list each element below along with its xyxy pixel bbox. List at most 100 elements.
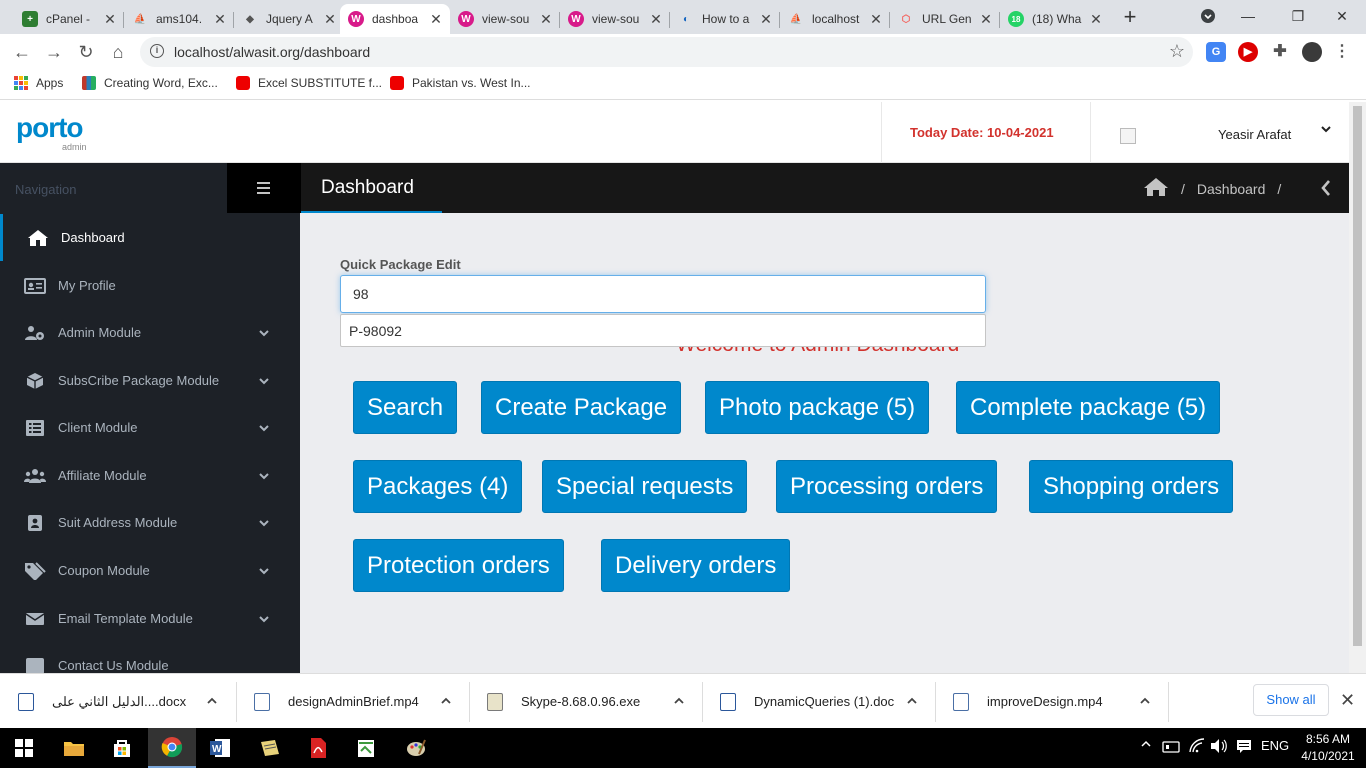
close-tab-icon[interactable]: ✕: [540, 11, 552, 28]
photo-package-button[interactable]: Photo package (5): [705, 381, 930, 434]
chevron-up-icon[interactable]: [673, 695, 685, 707]
close-tab-icon[interactable]: ✕: [104, 11, 116, 28]
file-explorer-icon[interactable]: [50, 728, 98, 768]
bookmark-item[interactable]: Pakistan vs. West In...: [390, 76, 531, 90]
shopping-orders-button[interactable]: Shopping orders: [1029, 460, 1234, 513]
browser-tab[interactable]: ⛵ ams104. ✕: [124, 4, 234, 34]
close-tab-icon[interactable]: ✕: [214, 11, 226, 28]
browser-tab[interactable]: ◐ How to a ✕: [670, 4, 780, 34]
acrobat-taskbar-icon[interactable]: [294, 728, 342, 768]
download-item[interactable]: improveDesign.mp4: [935, 674, 1168, 729]
restore-icon[interactable]: ❐: [1278, 4, 1318, 28]
bookmark-star-icon[interactable]: ☆: [1169, 41, 1185, 62]
chevron-up-icon[interactable]: [440, 695, 452, 707]
google-translate-icon[interactable]: G: [1206, 42, 1226, 62]
url-text[interactable]: localhost/alwasit.org/dashboard: [174, 44, 370, 60]
bookmark-item[interactable]: Creating Word, Exc...: [82, 76, 218, 90]
processing-orders-button[interactable]: Processing orders: [776, 460, 998, 513]
close-tab-icon[interactable]: ✕: [980, 11, 992, 28]
chevron-left-icon[interactable]: [1319, 178, 1333, 198]
volume-icon[interactable]: [1210, 738, 1228, 757]
tab-search-icon[interactable]: [1188, 4, 1228, 28]
profile-avatar-icon[interactable]: [1302, 42, 1322, 62]
system-clock[interactable]: 8:56 AM 4/10/2021: [1300, 731, 1356, 765]
browser-tab[interactable]: ⬡ URL Gen ✕: [890, 4, 1000, 34]
sidebar-item-suit-address-module[interactable]: Suit Address Module: [0, 499, 300, 546]
action-center-icon[interactable]: [1236, 738, 1252, 757]
site-info-icon[interactable]: i: [150, 44, 164, 58]
sidebar-item-admin-module[interactable]: Admin Module: [0, 309, 300, 356]
paint-taskbar-icon[interactable]: [392, 728, 440, 768]
browser-tab[interactable]: ◆ Jquery A ✕: [234, 4, 344, 34]
download-item[interactable]: designAdminBrief.mp4: [236, 674, 469, 729]
close-tab-icon[interactable]: ✕: [324, 11, 336, 28]
sidebar-item-dashboard[interactable]: Dashboard: [0, 214, 300, 261]
download-item[interactable]: الدليل الثاني على....docx: [0, 674, 236, 729]
reload-icon[interactable]: ↻: [74, 40, 98, 64]
browser-tab-active[interactable]: W dashboa ✕: [340, 4, 450, 34]
browser-tab[interactable]: W view-sou ✕: [450, 4, 560, 34]
editor-taskbar-icon[interactable]: [342, 728, 390, 768]
close-icon[interactable]: ✕: [1340, 690, 1355, 711]
chevron-down-icon[interactable]: [1320, 122, 1332, 138]
home-icon[interactable]: [1143, 177, 1169, 200]
show-all-downloads-button[interactable]: Show all: [1253, 684, 1329, 716]
sidebar-item-affiliate-module[interactable]: Affiliate Module: [0, 452, 300, 499]
chevron-up-icon[interactable]: [906, 695, 918, 707]
porto-logo[interactable]: porto: [16, 112, 84, 144]
download-item[interactable]: Skype-8.68.0.96.exe: [469, 674, 702, 729]
sidebar-toggle-button[interactable]: [227, 163, 300, 213]
user-avatar[interactable]: [1120, 128, 1136, 144]
store-icon[interactable]: [98, 728, 146, 768]
special-requests-button[interactable]: Special requests: [542, 460, 748, 513]
browser-tab[interactable]: ⛵ localhost ✕: [780, 4, 890, 34]
create-package-button[interactable]: Create Package: [481, 381, 682, 434]
minimize-icon[interactable]: —: [1228, 4, 1268, 28]
address-bar[interactable]: i localhost/alwasit.org/dashboard ☆: [140, 37, 1193, 67]
word-taskbar-icon[interactable]: W: [196, 728, 244, 768]
browser-tab[interactable]: 18 (18) Wha ✕: [1000, 4, 1110, 34]
network-status-icon[interactable]: [1162, 738, 1180, 757]
close-tab-icon[interactable]: ✕: [870, 11, 882, 28]
browser-tab[interactable]: W view-sou ✕: [560, 4, 670, 34]
sidebar-item-subscribe-package-module[interactable]: SubsCribe Package Module: [0, 357, 300, 404]
sidebar-item-contact-us-module[interactable]: Contact Us Module: [0, 642, 300, 673]
home-icon[interactable]: ⌂: [106, 40, 130, 64]
autocomplete-item[interactable]: P-98092: [349, 323, 402, 339]
show-hidden-icons[interactable]: [1140, 738, 1152, 753]
chevron-up-icon[interactable]: [206, 695, 218, 707]
close-tab-icon[interactable]: ✕: [650, 11, 662, 28]
notes-taskbar-icon[interactable]: [246, 728, 294, 768]
page-scrollbar[interactable]: [1349, 102, 1366, 673]
sidebar-item-my-profile[interactable]: My Profile: [0, 262, 300, 309]
packages-button[interactable]: Packages (4): [353, 460, 523, 513]
protection-orders-button[interactable]: Protection orders: [353, 539, 564, 592]
delivery-orders-button[interactable]: Delivery orders: [601, 539, 791, 592]
download-item[interactable]: DynamicQueries (1).doc: [702, 674, 935, 729]
quick-package-edit-input[interactable]: [340, 275, 986, 313]
sidebar-item-coupon-module[interactable]: Coupon Module: [0, 547, 300, 594]
browser-tab[interactable]: + cPanel - ✕: [14, 4, 124, 34]
bookmark-apps[interactable]: Apps: [14, 76, 63, 90]
chevron-up-icon[interactable]: [1139, 695, 1151, 707]
wifi-icon[interactable]: [1188, 738, 1206, 757]
windows-start-icon[interactable]: [0, 728, 48, 768]
breadcrumb-item[interactable]: Dashboard: [1197, 181, 1266, 197]
complete-package-button[interactable]: Complete package (5): [956, 381, 1221, 434]
sidebar-item-email-template-module[interactable]: Email Template Module: [0, 595, 300, 642]
close-tab-icon[interactable]: ✕: [1090, 11, 1102, 28]
sidebar-item-client-module[interactable]: Client Module: [0, 404, 300, 451]
user-name[interactable]: Yeasir Arafat: [1218, 127, 1291, 142]
new-tab-button[interactable]: +: [1118, 6, 1142, 30]
more-menu-icon[interactable]: ⋮: [1332, 42, 1352, 62]
video-extension-icon[interactable]: ▶: [1238, 42, 1258, 62]
close-tab-icon[interactable]: ✕: [760, 11, 772, 28]
bookmark-item[interactable]: Excel SUBSTITUTE f...: [236, 76, 382, 90]
extensions-icon[interactable]: ✚: [1270, 42, 1290, 62]
input-language[interactable]: ENG: [1261, 738, 1289, 753]
close-tab-icon[interactable]: ✕: [430, 11, 442, 28]
forward-icon[interactable]: →: [42, 40, 66, 64]
chrome-taskbar-icon[interactable]: [148, 728, 196, 768]
back-icon[interactable]: ←: [10, 40, 34, 64]
close-window-icon[interactable]: ✕: [1322, 4, 1362, 28]
